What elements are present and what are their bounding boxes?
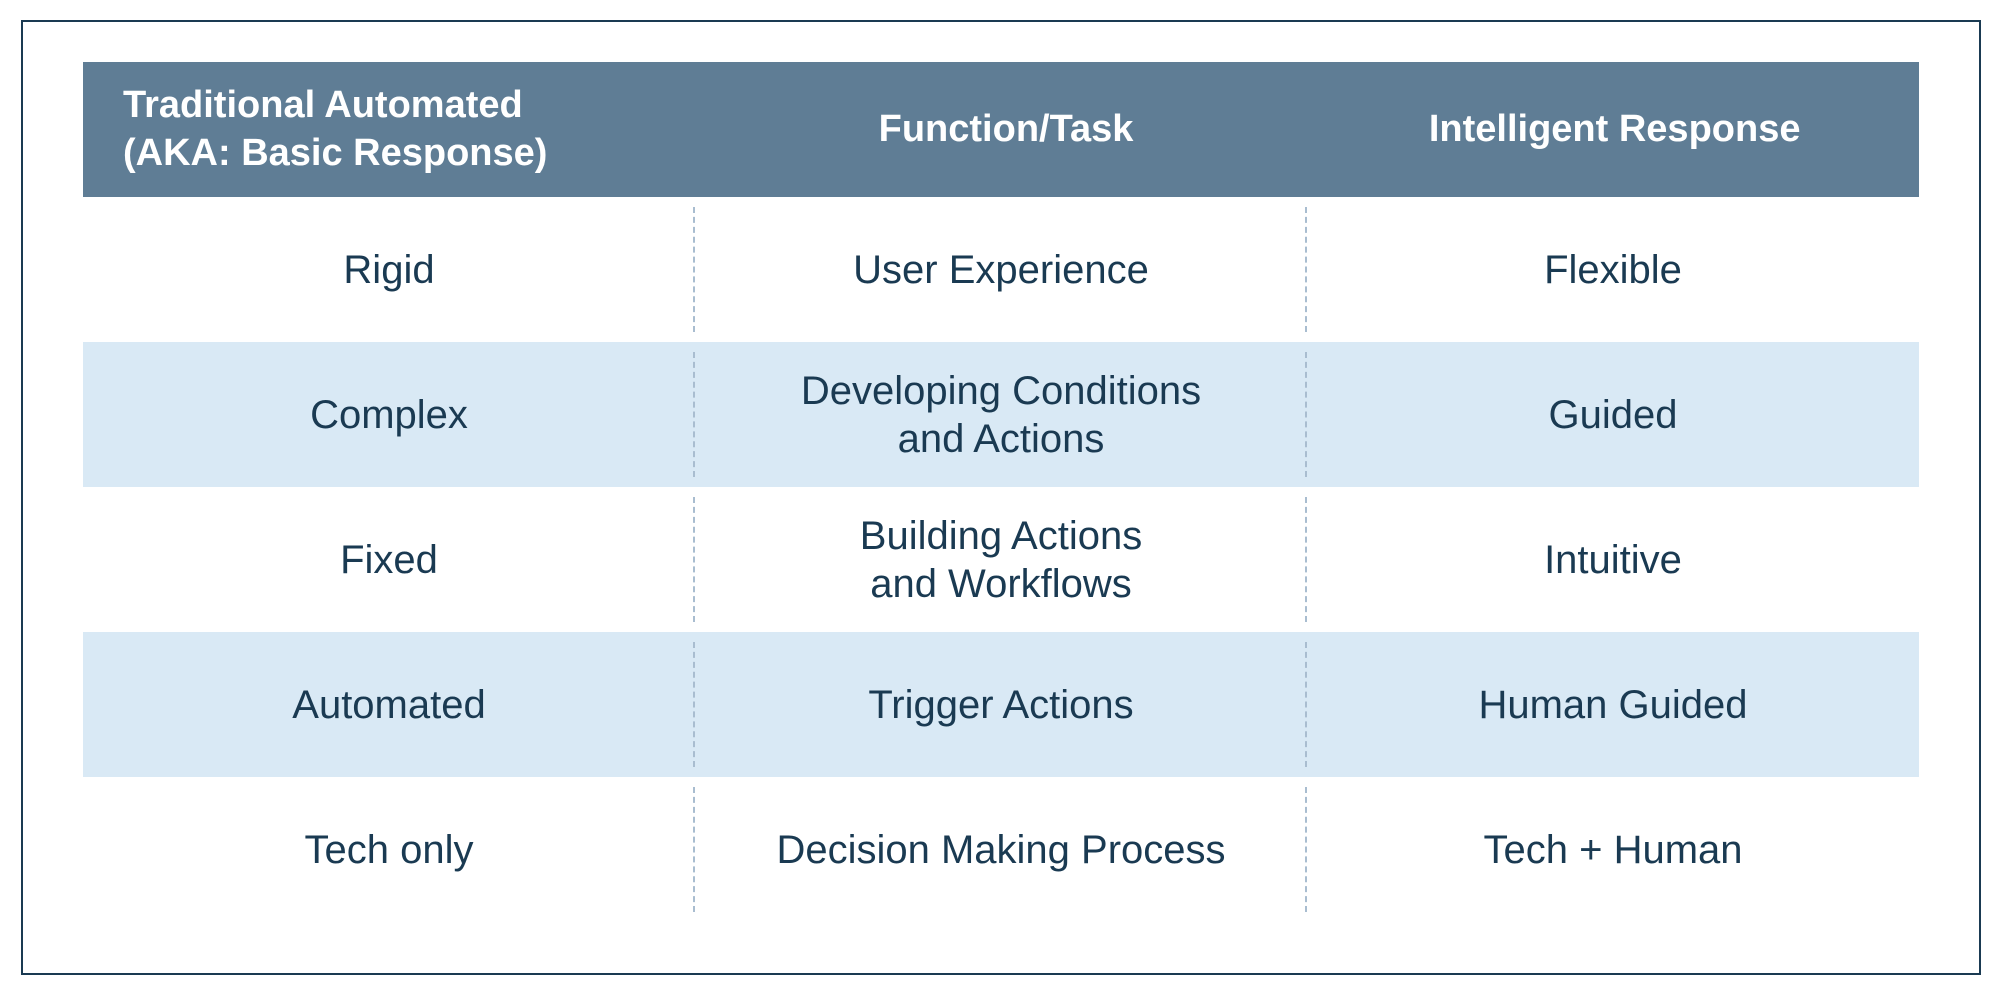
cell-text: Decision Making Process [776, 828, 1225, 872]
table-header-row: Traditional Automated (AKA: Basic Respon… [83, 62, 1919, 197]
cell-intelligent: Flexible [1307, 197, 1919, 342]
cell-function: Trigger Actions [695, 632, 1307, 777]
cell-text: Flexible [1544, 246, 1682, 294]
cell-text: Trigger Actions [868, 683, 1133, 727]
cell-text: Tech only [305, 826, 474, 874]
table-row: Automated Trigger Actions Human Guided [83, 632, 1919, 777]
cell-text: and Actions [898, 417, 1105, 461]
cell-intelligent: Human Guided [1307, 632, 1919, 777]
cell-text: Guided [1549, 391, 1678, 439]
cell-text: Tech + Human [1483, 826, 1742, 874]
cell-text: Human Guided [1478, 681, 1747, 729]
cell-function: Decision Making Process [695, 777, 1307, 922]
header-text: Intelligent Response [1429, 106, 1801, 154]
comparison-table-container: Traditional Automated (AKA: Basic Respon… [21, 20, 1981, 975]
header-text: Function/Task [879, 106, 1134, 154]
cell-traditional: Fixed [83, 487, 695, 632]
cell-traditional: Rigid [83, 197, 695, 342]
cell-text: Complex [310, 391, 468, 439]
cell-intelligent: Intuitive [1307, 487, 1919, 632]
header-traditional: Traditional Automated (AKA: Basic Respon… [83, 62, 702, 197]
header-function: Function/Task [702, 62, 1311, 197]
cell-text: User Experience [853, 248, 1149, 292]
cell-text: Intuitive [1544, 536, 1682, 584]
table-row: Rigid User Experience Flexible [83, 197, 1919, 342]
cell-traditional: Automated [83, 632, 695, 777]
table-row: Complex Developing Conditions and Action… [83, 342, 1919, 487]
cell-function: Building Actions and Workflows [695, 487, 1307, 632]
table-row: Fixed Building Actions and Workflows Int… [83, 487, 1919, 632]
header-text: Traditional Automated [123, 84, 523, 126]
header-intelligent: Intelligent Response [1310, 62, 1919, 197]
cell-text: Automated [292, 681, 485, 729]
comparison-table: Traditional Automated (AKA: Basic Respon… [83, 62, 1919, 922]
cell-text: Fixed [340, 536, 438, 584]
header-text: (AKA: Basic Response) [123, 132, 547, 174]
cell-text: Developing Conditions [801, 369, 1201, 413]
cell-traditional: Tech only [83, 777, 695, 922]
cell-function: User Experience [695, 197, 1307, 342]
cell-text: Building Actions [860, 514, 1142, 558]
table-row: Tech only Decision Making Process Tech +… [83, 777, 1919, 922]
cell-intelligent: Guided [1307, 342, 1919, 487]
cell-text: Rigid [343, 246, 434, 294]
cell-function: Developing Conditions and Actions [695, 342, 1307, 487]
cell-intelligent: Tech + Human [1307, 777, 1919, 922]
cell-traditional: Complex [83, 342, 695, 487]
cell-text: and Workflows [870, 562, 1132, 606]
